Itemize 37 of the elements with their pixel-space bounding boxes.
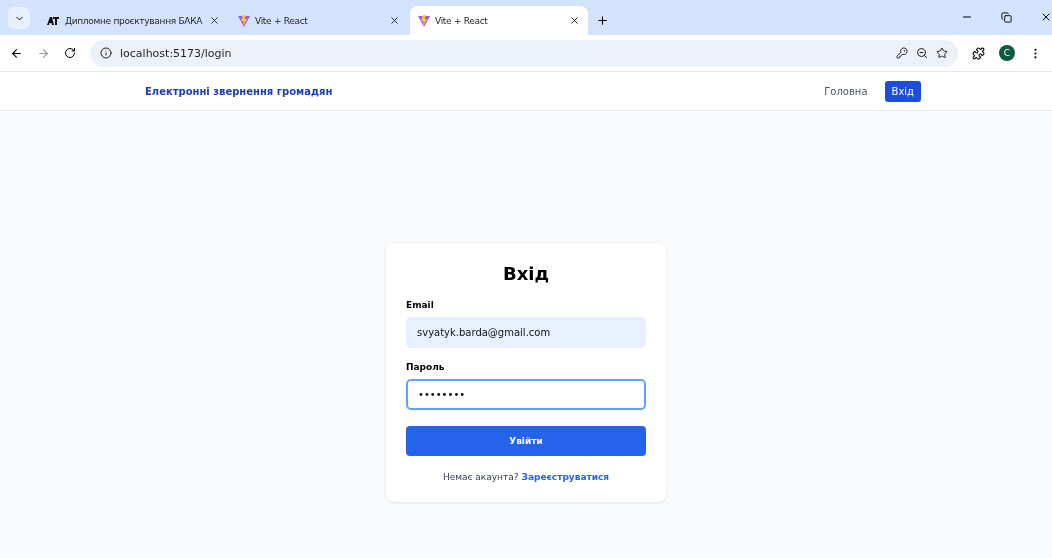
- new-tab-icon[interactable]: [596, 14, 609, 27]
- extensions-icon[interactable]: [972, 46, 985, 60]
- zoom-icon[interactable]: [916, 47, 928, 59]
- close-icon[interactable]: [389, 15, 400, 26]
- browser-tab[interactable]: Дипломне проєктування БАКА: [38, 6, 228, 35]
- register-link[interactable]: Зареєструватися: [521, 472, 610, 482]
- address-bar[interactable]: localhost:5173/login: [90, 39, 958, 67]
- input-field[interactable]: svyatyk.barda@gmail.com: [406, 317, 646, 348]
- info-icon[interactable]: [100, 47, 112, 59]
- nav-link[interactable]: Головна: [817, 80, 875, 102]
- signup-prompt: Немає акаунта?: [442, 472, 519, 482]
- logo-icon: [46, 15, 60, 26]
- bookmark-star-icon[interactable]: [936, 47, 948, 59]
- login-title: Вхід: [501, 263, 550, 284]
- browser-tab[interactable]: Vite + React: [410, 6, 588, 35]
- site-title: Електронні звернення громадян: [145, 85, 333, 97]
- field-label: Пароль: [406, 362, 446, 372]
- forward-icon[interactable]: [37, 46, 50, 60]
- lightning-logo-icon: [238, 14, 250, 27]
- close-icon[interactable]: [569, 15, 580, 26]
- nav-link[interactable]: Вхід: [884, 80, 921, 102]
- restore-icon[interactable]: [1001, 12, 1012, 23]
- close-icon[interactable]: [1040, 11, 1052, 23]
- back-icon[interactable]: [10, 46, 23, 60]
- close-icon[interactable]: [209, 15, 220, 26]
- browser-tab[interactable]: Vite + React: [230, 6, 408, 35]
- login-button[interactable]: Увійти: [406, 426, 646, 456]
- tab-title: Vite + React: [435, 15, 489, 26]
- lightning-logo-icon: [418, 14, 430, 27]
- field-label: Email: [406, 300, 435, 310]
- reload-icon[interactable]: [64, 47, 76, 59]
- key-icon[interactable]: [896, 47, 908, 59]
- url-text: localhost:5173/login: [120, 46, 232, 60]
- input-field[interactable]: ••••••••: [406, 379, 646, 410]
- tab-title: Vite + React: [255, 15, 309, 26]
- tab-title: Дипломне проєктування БАКА: [65, 15, 204, 26]
- profile-avatar[interactable]: C: [999, 45, 1015, 61]
